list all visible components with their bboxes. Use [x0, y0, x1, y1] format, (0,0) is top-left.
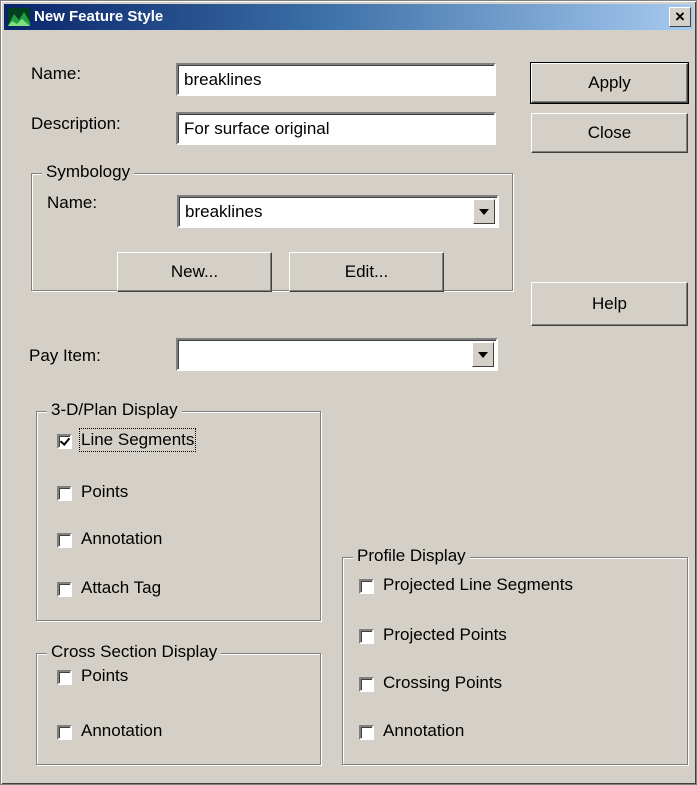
chevron-down-icon[interactable] [473, 199, 495, 224]
apply-button[interactable]: Apply [530, 62, 689, 104]
line-segments-label: Line Segments [78, 428, 197, 452]
line-segments-checkbox[interactable]: Line Segments [57, 428, 257, 454]
cross-section-annotation-label: Annotation [81, 721, 163, 740]
description-field[interactable]: For surface original [176, 112, 496, 145]
points-label: Points [81, 482, 129, 501]
edit-symbology-button[interactable]: Edit... [289, 252, 444, 292]
profile-display-group: Profile Display Projected Line Segments … [342, 546, 688, 765]
symbology-group: Symbology Name: breaklines New... Edit..… [31, 162, 513, 292]
projected-points-check-box[interactable] [359, 629, 374, 644]
pay-item-label: Pay Item: [29, 346, 101, 365]
cross-section-points-label: Points [81, 666, 129, 685]
annotation-checkbox[interactable]: Annotation [57, 529, 257, 553]
projected-line-segments-checkbox[interactable]: Projected Line Segments [359, 575, 679, 599]
close-icon[interactable]: × [669, 7, 691, 27]
cross-section-points-checkbox[interactable]: Points [57, 666, 257, 690]
cross-section-annotation-check-box[interactable] [57, 725, 72, 740]
projected-line-segments-check-box[interactable] [359, 579, 374, 594]
cross-section-display-title: Cross Section Display [47, 642, 222, 662]
profile-annotation-checkbox[interactable]: Annotation [359, 721, 679, 745]
title-bar[interactable]: New Feature Style × [4, 4, 693, 30]
symbology-name-value: breaklines [185, 202, 263, 221]
name-label: Name: [31, 64, 82, 83]
projected-line-segments-label: Projected Line Segments [383, 575, 573, 594]
help-button[interactable]: Help [531, 282, 688, 326]
symbology-title: Symbology [42, 162, 135, 182]
new-symbology-button[interactable]: New... [117, 252, 272, 292]
attach-tag-label: Attach Tag [81, 578, 162, 597]
cross-section-display-group: Cross Section Display Points Annotation [36, 642, 321, 765]
terrain-icon [8, 8, 30, 26]
pay-item-select[interactable] [176, 338, 498, 371]
annotation-check-box[interactable] [57, 533, 72, 548]
points-checkbox[interactable]: Points [57, 482, 257, 506]
cross-section-points-check-box[interactable] [57, 670, 72, 685]
annotation-label: Annotation [81, 529, 163, 548]
name-field[interactable]: breaklines [176, 63, 496, 96]
description-label: Description: [31, 114, 121, 133]
crossing-points-label: Crossing Points [383, 673, 503, 692]
crossing-points-checkbox[interactable]: Crossing Points [359, 673, 679, 697]
profile-annotation-check-box[interactable] [359, 725, 374, 740]
profile-display-title: Profile Display [353, 546, 470, 566]
points-check-box[interactable] [57, 486, 72, 501]
profile-annotation-label: Annotation [383, 721, 465, 740]
plan-display-group: 3-D/Plan Display Line Segments Points An… [36, 400, 321, 621]
close-button[interactable]: Close [531, 113, 688, 153]
projected-points-label: Projected Points [383, 625, 507, 644]
symbology-name-select[interactable]: breaklines [177, 195, 499, 228]
projected-points-checkbox[interactable]: Projected Points [359, 625, 679, 649]
attach-tag-check-box[interactable] [57, 582, 72, 597]
symbology-name-label: Name: [47, 193, 98, 212]
attach-tag-checkbox[interactable]: Attach Tag [57, 578, 257, 602]
new-feature-style-dialog: New Feature Style × Name: breaklines Des… [0, 0, 697, 785]
chevron-down-icon[interactable] [472, 342, 494, 367]
plan-display-title: 3-D/Plan Display [47, 400, 182, 420]
window-title: New Feature Style [34, 8, 164, 25]
cross-section-annotation-checkbox[interactable]: Annotation [57, 721, 257, 745]
checkmark-icon[interactable] [57, 434, 72, 449]
crossing-points-check-box[interactable] [359, 677, 374, 692]
